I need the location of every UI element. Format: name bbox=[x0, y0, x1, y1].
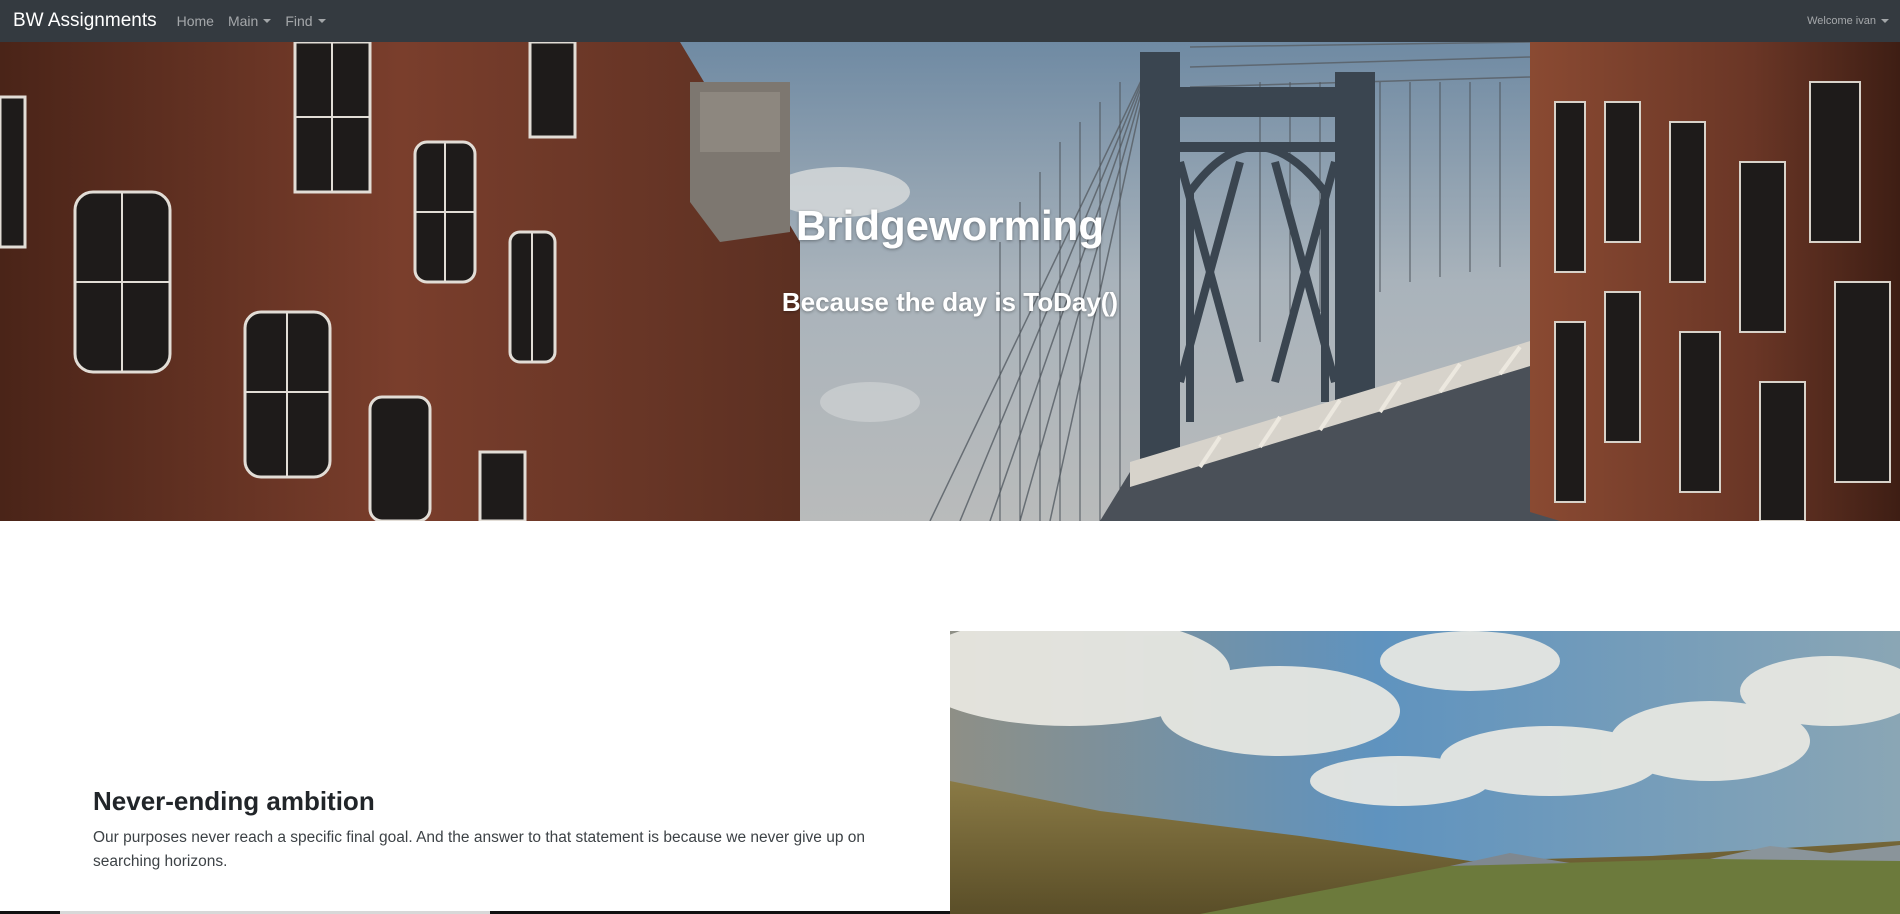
feature-description: Our purposes never reach a specific fina… bbox=[93, 829, 866, 870]
caret-down-icon bbox=[263, 19, 272, 23]
hero-banner: Bridgeworming Because the day is ToDay() bbox=[0, 42, 1900, 521]
feature-heading: Never-ending ambition bbox=[93, 786, 375, 816]
nav-home-link[interactable]: Home bbox=[177, 13, 214, 29]
hero-subtitle: Because the day is ToDay() bbox=[781, 287, 1119, 317]
user-menu-label: Welcome ivan bbox=[1807, 15, 1876, 27]
user-menu-dropdown[interactable]: Welcome ivan bbox=[1807, 15, 1889, 27]
hero-background-image bbox=[0, 42, 1900, 521]
brand-link[interactable]: BW Assignments bbox=[13, 10, 157, 32]
nav-main-dropdown[interactable]: Main bbox=[227, 13, 272, 29]
top-navbar: BW Assignments Home Main Find Welcome iv… bbox=[0, 0, 1900, 42]
landscape-image bbox=[950, 631, 1900, 914]
caret-down-icon bbox=[317, 19, 326, 23]
nav-find-label: Find bbox=[285, 13, 313, 29]
hero-title: Bridgeworming bbox=[795, 202, 1104, 249]
nav-find-dropdown[interactable]: Find bbox=[285, 13, 326, 29]
nav-home-label: Home bbox=[176, 13, 214, 29]
caret-down-icon bbox=[1881, 19, 1889, 23]
nav-main-label: Main bbox=[227, 13, 259, 29]
